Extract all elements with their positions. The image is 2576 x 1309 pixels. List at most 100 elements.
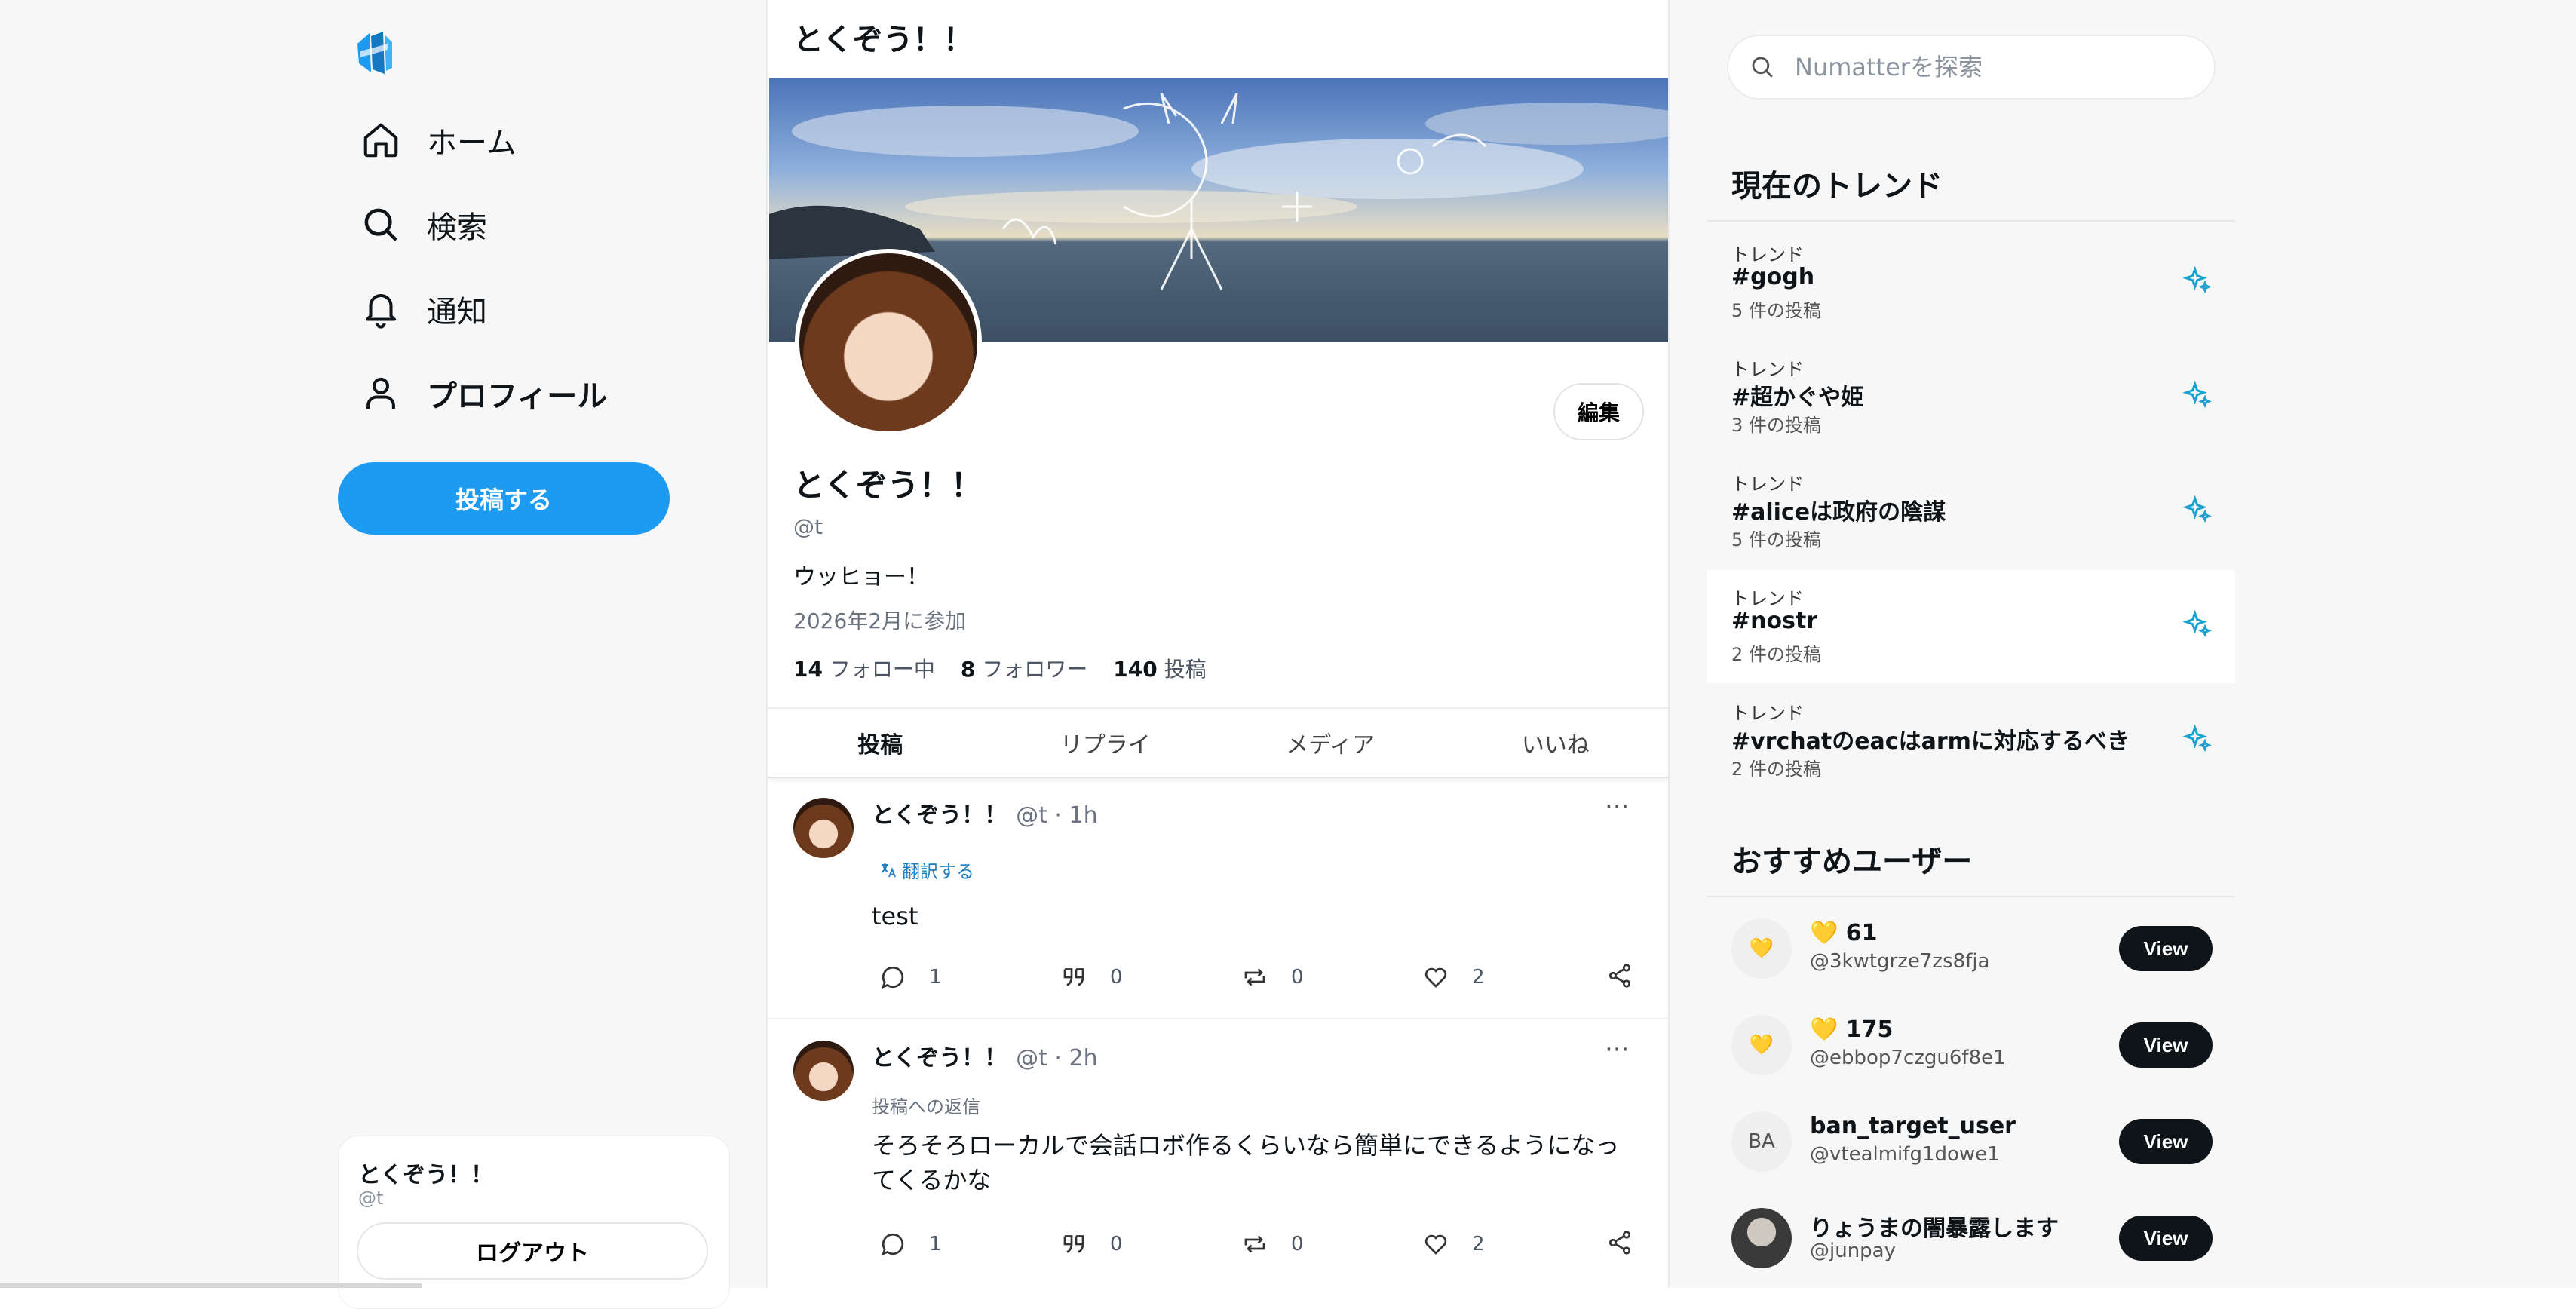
- post-author-name[interactable]: とくぞう！！: [872, 1039, 1007, 1072]
- more-options-icon[interactable]: ···: [1605, 792, 1629, 822]
- post-text: そろそろローカルで会話ロボ作るくらいなら簡単にできるようになってくるかな: [872, 1131, 1620, 1194]
- trend-item[interactable]: トレンド #超かぐや姫 3 件の投稿: [1707, 341, 2235, 454]
- view-user-button[interactable]: View: [2119, 1216, 2213, 1261]
- post-header: とくぞう！！ @t · 2h: [872, 1039, 1098, 1072]
- post-actions: 1 0 0 2: [879, 961, 1633, 994]
- recommended-user[interactable]: りょうまの闇暴露します @junpay View: [1707, 1190, 2235, 1286]
- reply-icon: [882, 966, 904, 989]
- edit-profile-button[interactable]: 編集: [1553, 383, 1644, 440]
- posts-label: 投稿: [1164, 657, 1207, 682]
- nav-item-search[interactable]: 検索: [360, 195, 487, 255]
- trend-tag: #超かぐや姫: [1731, 385, 1864, 411]
- app-logo-icon[interactable]: [353, 29, 395, 77]
- avatar[interactable]: BA: [1731, 1111, 1792, 1172]
- view-user-button[interactable]: View: [2119, 926, 2213, 971]
- recommended-user-handle: @ebbop7czgu6f8e1: [1810, 1047, 2006, 1069]
- share-icon: [1608, 964, 1631, 988]
- profile-avatar[interactable]: [795, 249, 982, 436]
- quote-button[interactable]: 0: [1060, 964, 1241, 991]
- sparkle-icon: [2182, 724, 2212, 753]
- left-sidebar-background: [0, 0, 766, 1288]
- trend-item[interactable]: トレンド #aliceは政府の陰謀 5 件の投稿: [1707, 455, 2235, 569]
- trend-count: 3 件の投稿: [1731, 415, 1821, 436]
- following-count: 14: [793, 657, 823, 682]
- nav-label-search: 検索: [427, 210, 487, 245]
- more-options-icon[interactable]: ···: [1605, 1035, 1629, 1065]
- trend-tag: #nostr: [1731, 608, 1818, 634]
- tab-media[interactable]: メディア: [1218, 709, 1443, 777]
- home-icon: [363, 123, 398, 158]
- following-label: フォロー中: [829, 657, 935, 682]
- avatar[interactable]: 💛: [1731, 1015, 1792, 1075]
- avatar[interactable]: 💛: [1731, 918, 1792, 979]
- trend-tag: #aliceは政府の陰謀: [1731, 499, 1946, 526]
- following-stat[interactable]: 14 フォロー中: [793, 653, 935, 683]
- profile-handle: @t: [793, 514, 823, 539]
- tab-likes[interactable]: いいね: [1443, 709, 1669, 777]
- followers-label: フォロワー: [982, 657, 1088, 682]
- repost-count: 0: [1291, 966, 1304, 989]
- main-column: とくぞう！！ 編集 とくぞう！！ @t ウッヒョー！ 2026年2月に参加 14…: [766, 0, 1670, 1288]
- trend-kicker: トレンド: [1731, 244, 1804, 265]
- trend-tag: #vrchatのeacはarmに対応するべき: [1731, 728, 2130, 755]
- share-button[interactable]: [1606, 1229, 1633, 1259]
- post-author-avatar[interactable]: [793, 798, 854, 858]
- repost-button[interactable]: 0: [1241, 1231, 1422, 1258]
- trend-count: 5 件の投稿: [1731, 300, 1821, 321]
- recommended-user-handle: @vtealmifg1dowe1: [1810, 1143, 2000, 1166]
- horizontal-scrollbar[interactable]: [0, 1283, 422, 1288]
- like-button[interactable]: 2: [1422, 964, 1603, 991]
- nav-item-home[interactable]: ホーム: [360, 110, 517, 170]
- profile-stats: 14 フォロー中 8 フォロワー 140 投稿: [793, 653, 1207, 683]
- recommended-user[interactable]: 💛 💛 61 @3kwtgrze7zs8fja View: [1707, 900, 2235, 997]
- post-author-avatar[interactable]: [793, 1041, 854, 1101]
- post-item[interactable]: とくぞう！！ @t · 2h ··· 投稿への返信 そろそろローカルで会話ロボ作…: [768, 1019, 1668, 1288]
- tab-posts[interactable]: 投稿: [768, 709, 993, 777]
- search-input[interactable]: [1793, 52, 2203, 82]
- quote-button[interactable]: 0: [1060, 1231, 1241, 1258]
- compose-post-button[interactable]: 投稿する: [338, 462, 670, 535]
- post-item[interactable]: とくぞう！！ @t · 1h ··· 翻訳する test 1 0 0 2: [768, 777, 1668, 1019]
- like-count: 2: [1472, 1233, 1485, 1255]
- quote-count: 0: [1110, 966, 1123, 989]
- trend-kicker: トレンド: [1731, 474, 1804, 495]
- repost-button[interactable]: 0: [1241, 964, 1422, 991]
- recommended-user[interactable]: 💛 💛 175 @ebbop7czgu6f8e1 View: [1707, 997, 2235, 1093]
- reply-icon: [882, 1233, 904, 1256]
- reply-button[interactable]: 1: [879, 964, 1060, 991]
- repost-count: 0: [1291, 1233, 1304, 1255]
- nav-item-profile[interactable]: プロフィール: [360, 363, 607, 424]
- like-button[interactable]: 2: [1422, 1231, 1603, 1258]
- recommended-user-name: 💛 175: [1810, 1016, 1894, 1043]
- logout-button[interactable]: ログアウト: [357, 1222, 708, 1280]
- translate-button[interactable]: 翻訳する: [879, 857, 974, 883]
- account-name: とくぞう！！: [358, 1162, 494, 1188]
- trend-item[interactable]: トレンド #gogh 5 件の投稿: [1707, 226, 2235, 339]
- nav-item-notifications[interactable]: 通知: [360, 279, 487, 339]
- nav-label-profile: プロフィール: [427, 379, 608, 414]
- reply-button[interactable]: 1: [879, 1231, 1060, 1258]
- post-text: test: [872, 902, 918, 930]
- avatar[interactable]: [1731, 1208, 1792, 1268]
- post-meta: @t · 2h: [1016, 1045, 1098, 1071]
- profile-bio: ウッヒョー！: [793, 564, 929, 590]
- repost-icon: [1244, 1235, 1265, 1253]
- share-button[interactable]: [1606, 962, 1633, 992]
- nav-label-home: ホーム: [427, 126, 517, 161]
- post-author-name[interactable]: とくぞう！！: [872, 796, 1007, 829]
- trend-count: 2 件の投稿: [1731, 759, 1821, 780]
- trend-item[interactable]: トレンド #vrchatのeacはarmに対応するべき 2 件の投稿: [1707, 685, 2235, 798]
- tab-replies[interactable]: リプライ: [993, 709, 1219, 777]
- followers-stat[interactable]: 8 フォロワー: [961, 653, 1087, 683]
- view-user-button[interactable]: View: [2119, 1119, 2213, 1164]
- search-icon: [364, 208, 397, 241]
- search-box[interactable]: [1727, 35, 2216, 100]
- search-icon: [1752, 57, 1773, 78]
- view-user-button[interactable]: View: [2119, 1022, 2213, 1068]
- recommended-user[interactable]: BA ban_target_user @vtealmifg1dowe1 View: [1707, 1093, 2235, 1190]
- trend-item[interactable]: トレンド #nostr 2 件の投稿: [1707, 570, 2235, 683]
- like-count: 2: [1472, 966, 1485, 989]
- trend-kicker: トレンド: [1731, 359, 1804, 380]
- sparkle-icon: [2182, 380, 2212, 409]
- trend-kicker: トレンド: [1731, 588, 1804, 609]
